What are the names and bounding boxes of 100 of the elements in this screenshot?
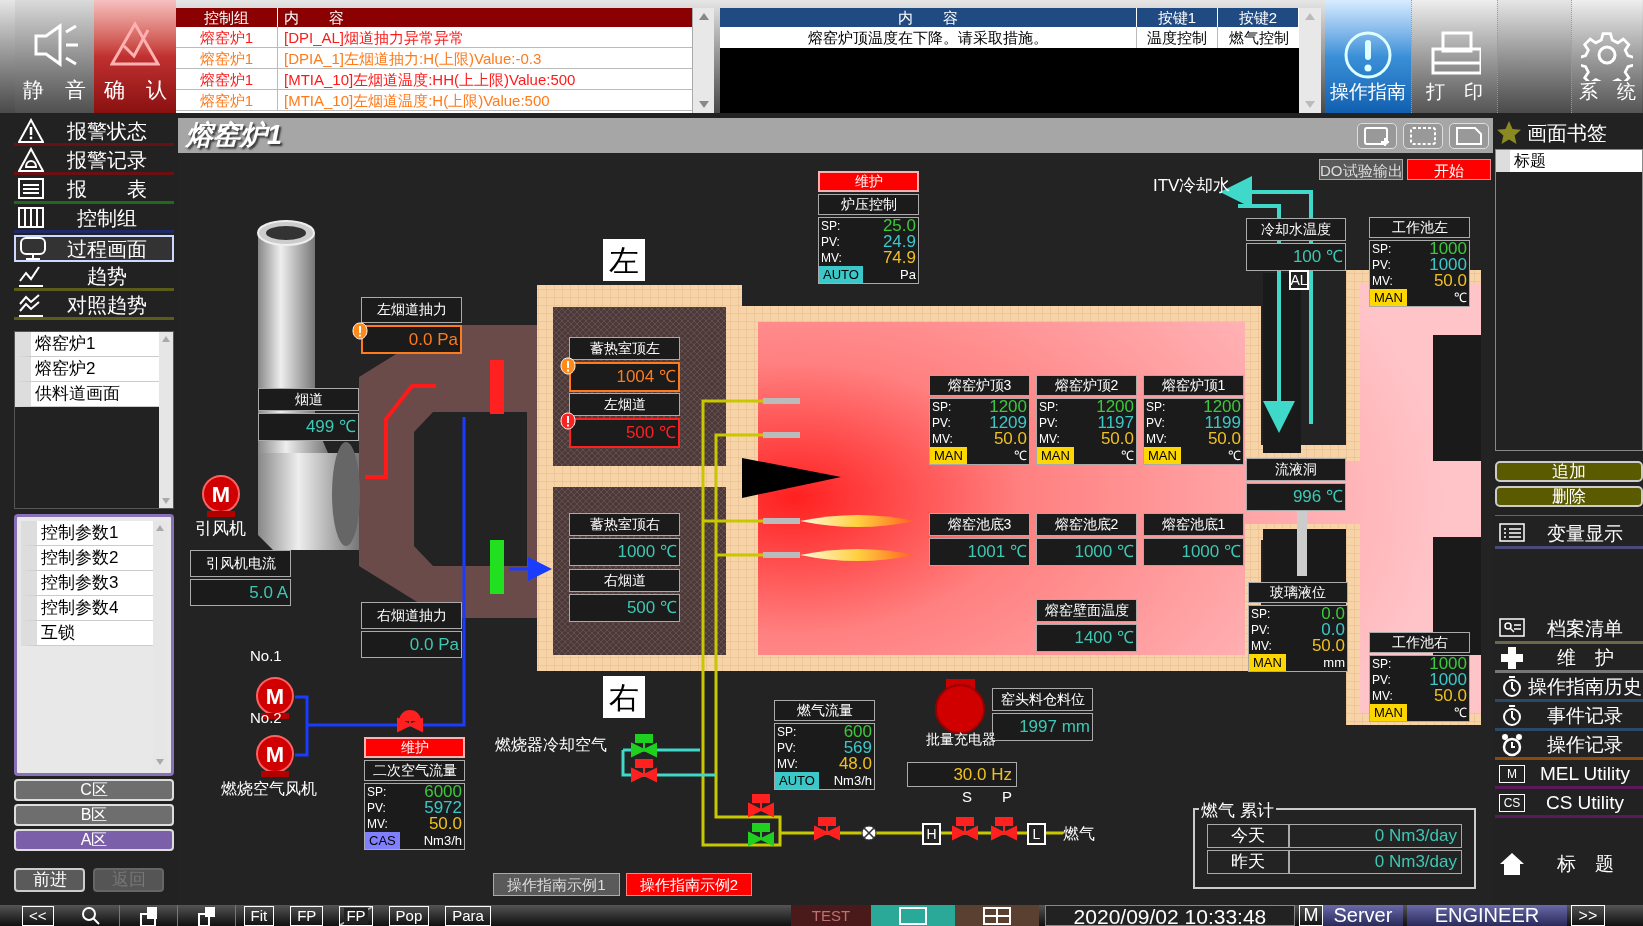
system-button[interactable]: 系 统 — [1571, 0, 1642, 113]
mode-indicator: MAN — [1370, 704, 1407, 721]
nav-item[interactable]: 报警记录 — [14, 148, 174, 175]
faceplate-key: SP: — [367, 783, 393, 801]
diagram-label: ITV冷却水 — [1153, 175, 1231, 197]
up-arrow-icon[interactable] — [161, 335, 171, 342]
window-button[interactable] — [1449, 122, 1489, 149]
faceplate-value: 0.0 — [1320, 606, 1345, 622]
zone-button[interactable]: C区 — [14, 779, 174, 801]
side-marker: 左 — [603, 239, 645, 281]
down-arrow-icon[interactable] — [697, 101, 710, 109]
down-arrow-icon[interactable] — [161, 498, 171, 505]
mute-button[interactable]: 静 音 — [15, 0, 94, 113]
menu-item[interactable]: 标 题 — [1495, 852, 1643, 879]
scrollbar[interactable] — [159, 332, 173, 508]
ack-button[interactable]: 确 认 — [94, 0, 176, 113]
unit-label: ℃ — [1013, 446, 1028, 465]
valve-icon — [748, 794, 774, 818]
toolbar-button[interactable]: << — [22, 905, 54, 926]
up-arrow-icon[interactable] — [697, 12, 710, 20]
down-arrow-icon[interactable] — [1304, 101, 1316, 109]
menu-item[interactable]: CS CS Utility — [1495, 791, 1643, 818]
list-item[interactable]: 供料道画面 — [15, 382, 159, 407]
menu-item[interactable]: 操作记录 — [1495, 733, 1643, 760]
toolbar-button[interactable]: FP — [339, 905, 373, 926]
list-item[interactable]: 互锁 — [21, 621, 153, 646]
toolbar-button[interactable]: Fit — [243, 905, 275, 926]
action-button[interactable]: DO试验输出 — [1319, 159, 1403, 180]
faceplate-value: 50.0 — [1206, 431, 1241, 447]
nav-item[interactable]: 报 表 — [14, 177, 174, 204]
list-item[interactable]: 控制参数1 — [21, 521, 153, 546]
nav-history-button[interactable]: 前进 — [14, 868, 85, 892]
zone-button[interactable]: B区 — [14, 804, 174, 826]
faceplate-value: 48.0 — [837, 756, 872, 772]
menu-item[interactable]: 变量显示 — [1495, 522, 1643, 549]
next-button[interactable]: >> — [1570, 905, 1605, 926]
instrument-marker: AL — [1289, 270, 1309, 290]
toolbar-button[interactable]: FP — [290, 905, 324, 926]
menu-item[interactable]: M MEL Utility — [1495, 762, 1643, 789]
menu-item[interactable]: 事件记录 — [1495, 704, 1643, 731]
menu-item[interactable]: 维 护 — [1495, 646, 1643, 673]
list-item[interactable]: 控制参数2 — [21, 546, 153, 571]
side-marker: 右 — [603, 676, 645, 718]
list-item[interactable]: 控制参数3 — [21, 571, 153, 596]
list-item[interactable]: 控制参数4 — [21, 596, 153, 621]
tag-value: 996 ℃ — [1246, 483, 1346, 511]
toolbar-button[interactable]: Pop — [388, 905, 430, 926]
user-name: ENGINEER — [1406, 905, 1567, 926]
mode-indicator: MAN — [1370, 289, 1407, 306]
tag-label: 玻璃液位 — [1248, 582, 1348, 603]
menu-item[interactable]: 操作指南历史 — [1495, 675, 1643, 702]
tag-label: 熔窑壁面温度 — [1036, 599, 1137, 622]
action-button[interactable]: 操作指南示例2 — [626, 873, 752, 896]
up-arrow-icon[interactable] — [1304, 12, 1316, 20]
valve-icon — [814, 817, 840, 841]
window-button[interactable] — [1357, 122, 1397, 149]
bookmark-button[interactable]: 删除 — [1495, 486, 1643, 507]
valve-icon — [631, 734, 657, 758]
instrument-marker: L — [1027, 823, 1046, 845]
action-button[interactable]: 操作指南示例1 — [493, 873, 620, 896]
burner-nozzle — [763, 432, 800, 438]
maintenance-badge: 维护 — [364, 737, 465, 758]
column-header: 标题 — [1496, 150, 1642, 172]
diagram-label: S — [962, 787, 972, 807]
nav-item[interactable]: 趋势 — [14, 264, 174, 291]
zone-button[interactable]: A区 — [14, 829, 174, 851]
list-item[interactable]: 熔窑炉1 — [15, 332, 159, 357]
unit-label: ℃ — [1120, 446, 1135, 465]
guide-button[interactable]: 操作指南 — [1325, 0, 1411, 113]
tag-value: 499 ℃ — [258, 413, 359, 441]
scrollbar[interactable] — [692, 8, 714, 113]
nav-item[interactable]: 对照趋势 — [14, 293, 174, 320]
toolbar-button[interactable]: Para — [445, 905, 491, 926]
menu-item[interactable]: 档案清单 — [1495, 617, 1643, 644]
faceplate-key: SP: — [1039, 398, 1065, 416]
line-chart-icon — [18, 292, 44, 318]
down-arrow-icon[interactable] — [155, 759, 165, 766]
action-button[interactable]: 开始 — [1407, 159, 1491, 180]
flow-meter-icon — [861, 825, 877, 841]
list-item[interactable]: 熔窑炉2 — [15, 357, 159, 382]
table-cell-text: [MTIA_10]左烟道温度:HH(上上限)Value:500 — [283, 70, 577, 89]
window-button[interactable] — [1403, 122, 1443, 149]
up-arrow-icon[interactable] — [155, 524, 165, 531]
diagram-label: P — [1002, 787, 1012, 807]
mode-icon: M — [1298, 905, 1323, 926]
faceplate-value: 24.9 — [881, 234, 916, 250]
view-button[interactable] — [954, 905, 1039, 926]
nav-item[interactable]: 过程画面 — [14, 235, 174, 262]
unit-label: Nm3/h — [422, 831, 463, 850]
faceplate-key: MV: — [1372, 687, 1398, 705]
columns-icon — [18, 205, 44, 231]
print-button[interactable]: 打 印 — [1411, 0, 1497, 113]
faceplate-value: 50.0 — [427, 816, 462, 832]
tag-label: 工作池右 — [1369, 632, 1470, 653]
maintenance-badge: 维护 — [818, 171, 919, 192]
bookmark-button[interactable]: 追加 — [1495, 461, 1643, 482]
nav-item[interactable]: 报警状态 — [14, 119, 174, 146]
scrollbar[interactable] — [1299, 8, 1321, 113]
faceplate-key: MV: — [1039, 430, 1065, 448]
tag-value: 100 ℃ — [1246, 243, 1346, 271]
